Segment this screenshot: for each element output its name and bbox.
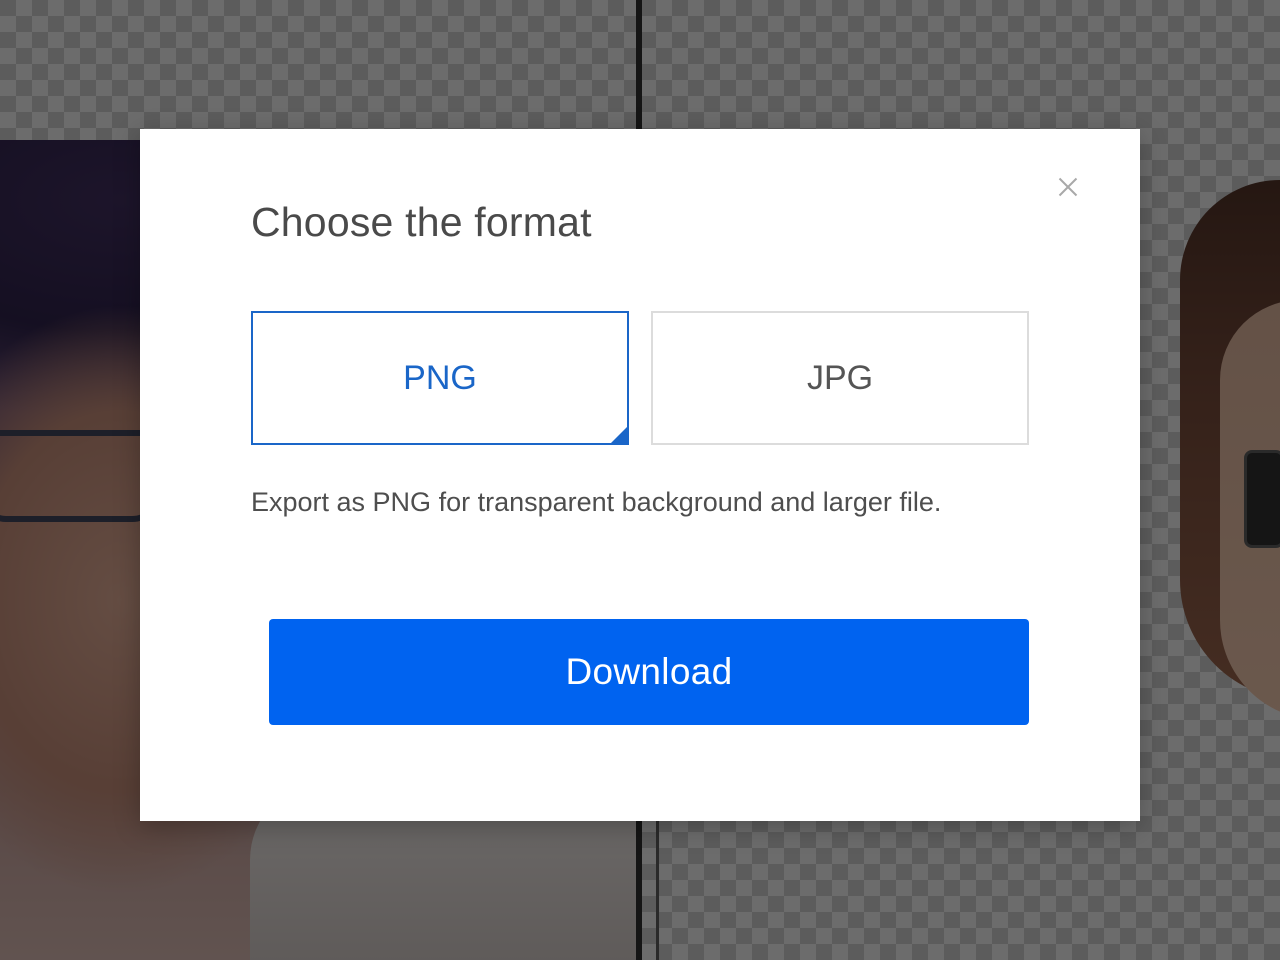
format-option-jpg[interactable]: JPG — [651, 311, 1029, 445]
app-background: Choose the format PNG JPG Export as PNG … — [0, 0, 1280, 960]
selected-corner-icon — [611, 427, 627, 443]
format-option-label: JPG — [806, 358, 874, 397]
format-option-label: PNG — [403, 358, 477, 397]
dialog-title: Choose the format — [251, 199, 592, 245]
format-option-png[interactable]: PNG — [251, 311, 629, 445]
format-dialog: Choose the format PNG JPG Export as PNG … — [140, 129, 1140, 821]
format-description: Export as PNG for transparent background… — [251, 487, 942, 517]
download-button[interactable]: Download — [269, 619, 1029, 725]
close-icon[interactable] — [1052, 171, 1084, 203]
